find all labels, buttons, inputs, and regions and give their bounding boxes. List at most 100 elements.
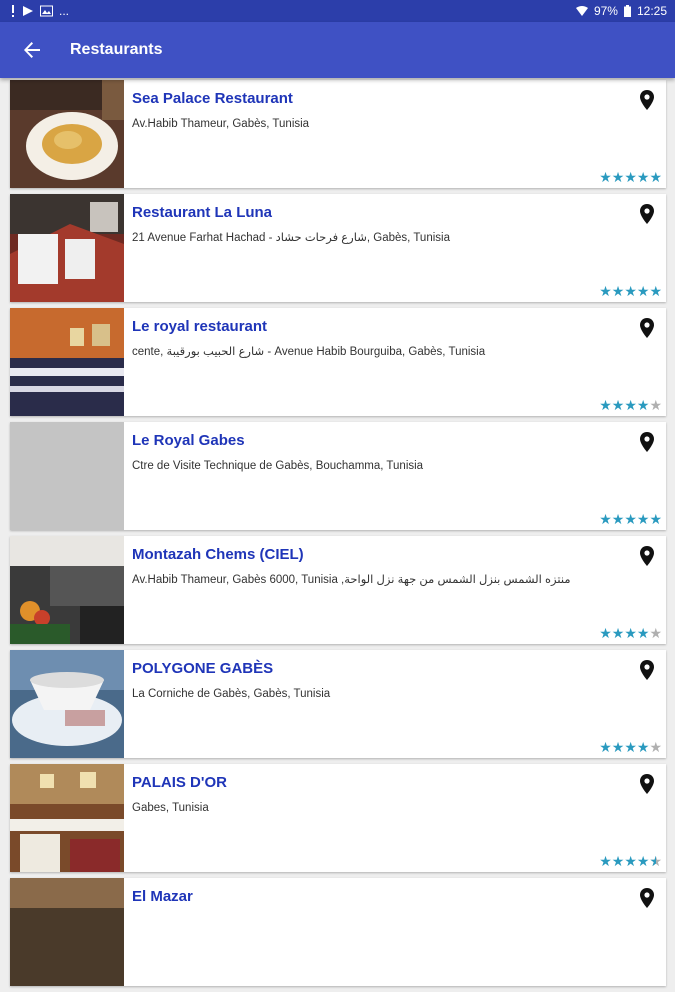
back-button[interactable] [0, 22, 64, 78]
restaurant-info: Sea Palace Restaurant Av.Habib Thameur, … [124, 80, 666, 188]
image-icon [40, 5, 53, 17]
rating-stars: ★★★★★ [599, 511, 662, 527]
restaurant-photo [10, 80, 124, 188]
star-full-icon: ★ [636, 853, 650, 869]
restaurant-photo [10, 308, 124, 416]
restaurant-photo-placeholder [10, 422, 124, 530]
restaurant-info: Restaurant La Luna 21 Avenue Farhat Hach… [124, 194, 666, 302]
map-pin-icon[interactable] [640, 90, 654, 110]
wifi-icon [575, 5, 588, 17]
restaurant-address: 21 Avenue Farhat Hachad - شارع فرحات حشا… [132, 232, 450, 244]
star-full-icon: ★ [624, 397, 637, 413]
star-full-icon: ★ [636, 169, 650, 185]
star-full-icon: ★ [649, 511, 662, 527]
map-pin-icon[interactable] [640, 546, 654, 566]
restaurant-name[interactable]: El Mazar [132, 888, 666, 906]
star-empty-icon: ★ [649, 625, 662, 641]
back-arrow-icon [24, 42, 40, 58]
star-full-icon: ★ [649, 283, 662, 299]
restaurant-info: PALAIS D'OR Gabes, Tunisia [124, 764, 666, 872]
star-full-icon: ★ [624, 169, 637, 185]
restaurant-card[interactable]: POLYGONE GABÈS La Corniche de Gabès, Gab… [10, 650, 666, 758]
battery-percent: 97% [593, 4, 618, 18]
restaurant-card[interactable]: Sea Palace Restaurant Av.Habib Thameur, … [10, 80, 666, 188]
status-left-text: ... [59, 4, 70, 18]
battery-icon [623, 5, 631, 17]
star-full-icon: ★ [624, 283, 637, 299]
star-full-icon: ★ [624, 511, 637, 527]
restaurant-photo [10, 878, 124, 986]
rating-stars: ★★★★★ [599, 169, 662, 185]
restaurant-name[interactable]: Montazah Chems (CIEL) [132, 546, 666, 564]
restaurant-name[interactable]: Le Royal Gabes [132, 432, 666, 450]
star-full-icon: ★ [611, 853, 625, 869]
restaurant-name[interactable]: Restaurant La Luna [132, 204, 666, 222]
star-full-icon: ★ [611, 397, 625, 413]
clock: 12:25 [636, 4, 667, 18]
restaurant-list: Sea Palace Restaurant Av.Habib Thameur, … [10, 80, 666, 992]
restaurant-info: Le royal restaurant cente, شارع الحبيب ب… [124, 308, 666, 416]
star-full-icon: ★ [636, 397, 650, 413]
restaurant-address: Ctre de Visite Technique de Gabès, Bouch… [132, 460, 424, 472]
restaurant-card[interactable]: Montazah Chems (CIEL) Av.Habib Thameur, … [10, 536, 666, 644]
star-full-icon: ★ [636, 625, 650, 641]
star-full-icon: ★ [599, 283, 612, 299]
restaurant-name[interactable]: PALAIS D'OR [132, 774, 666, 792]
restaurant-name[interactable]: Le royal restaurant [132, 318, 666, 336]
map-pin-icon[interactable] [640, 318, 654, 338]
star-full-icon: ★ [599, 739, 612, 755]
star-full-icon: ★ [599, 511, 612, 527]
restaurant-card[interactable]: El Mazar [10, 878, 666, 986]
restaurant-address: cente, شارع الحبيب بورقيبة - Avenue Habi… [132, 346, 486, 358]
restaurant-photo [10, 764, 124, 872]
status-bar-system: 97% 12:25 [575, 4, 667, 18]
notification-icon [10, 5, 16, 17]
rating-stars: ★★★★★ [599, 625, 662, 641]
star-full-icon: ★ [636, 283, 650, 299]
restaurant-address: Gabes, Tunisia [132, 802, 209, 814]
rating-stars: ★★★★★ [599, 853, 662, 869]
map-pin-icon[interactable] [640, 204, 654, 224]
restaurant-card[interactable]: Restaurant La Luna 21 Avenue Farhat Hach… [10, 194, 666, 302]
restaurant-name[interactable]: Sea Palace Restaurant [132, 90, 666, 108]
rating-stars: ★★★★★ [599, 739, 662, 755]
restaurant-photo [10, 650, 124, 758]
status-bar: ... 97% 12:25 [0, 0, 675, 22]
star-full-icon: ★ [611, 625, 625, 641]
star-full-icon: ★ [624, 625, 637, 641]
star-full-icon: ★ [599, 169, 612, 185]
restaurant-card[interactable]: Le Royal Gabes Ctre de Visite Technique … [10, 422, 666, 530]
star-full-icon: ★ [611, 511, 625, 527]
restaurant-info: Montazah Chems (CIEL) Av.Habib Thameur, … [124, 536, 666, 644]
star-full-icon: ★ [599, 853, 612, 869]
app-bar: Restaurants [0, 22, 675, 78]
map-pin-icon[interactable] [640, 888, 654, 908]
star-full-icon: ★ [649, 169, 662, 185]
restaurant-card[interactable]: Le royal restaurant cente, شارع الحبيب ب… [10, 308, 666, 416]
map-pin-icon[interactable] [640, 774, 654, 794]
star-full-icon: ★ [624, 853, 637, 869]
restaurant-photo [10, 194, 124, 302]
map-pin-icon[interactable] [640, 432, 654, 452]
rating-stars: ★★★★★ [599, 283, 662, 299]
page-title: Restaurants [70, 41, 163, 58]
restaurant-name[interactable]: POLYGONE GABÈS [132, 660, 666, 678]
restaurant-info: El Mazar [124, 878, 666, 986]
star-full-icon: ★ [636, 739, 650, 755]
status-bar-notifications: ... [10, 4, 69, 18]
star-half-icon: ★ [649, 853, 662, 869]
star-full-icon: ★ [636, 511, 650, 527]
play-store-icon [22, 5, 34, 17]
restaurant-photo [10, 536, 124, 644]
star-empty-icon: ★ [649, 397, 662, 413]
map-pin-icon[interactable] [640, 660, 654, 680]
restaurant-card[interactable]: PALAIS D'OR Gabes, Tunisia ★★★★★ [10, 764, 666, 872]
restaurant-info: Le Royal Gabes Ctre de Visite Technique … [124, 422, 666, 530]
star-full-icon: ★ [611, 283, 625, 299]
star-empty-icon: ★ [649, 739, 662, 755]
star-full-icon: ★ [611, 169, 625, 185]
rating-stars: ★★★★★ [599, 397, 662, 413]
star-full-icon: ★ [624, 739, 637, 755]
star-full-icon: ★ [611, 739, 625, 755]
star-full-icon: ★ [599, 625, 612, 641]
